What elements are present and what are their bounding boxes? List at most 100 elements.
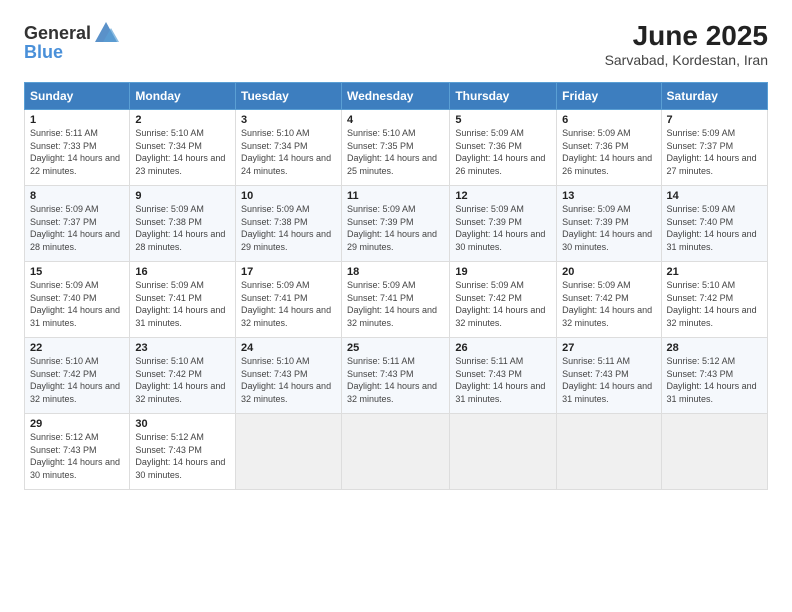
day-number: 22	[30, 342, 124, 354]
calendar: SundayMondayTuesdayWednesdayThursdayFrid…	[24, 82, 768, 490]
day-info: Sunrise: 5:09 AMSunset: 7:39 PMDaylight:…	[455, 204, 545, 252]
day-info: Sunrise: 5:09 AMSunset: 7:37 PMDaylight:…	[30, 204, 120, 252]
day-number: 23	[135, 342, 230, 354]
calendar-cell: 21 Sunrise: 5:10 AMSunset: 7:42 PMDaylig…	[661, 262, 767, 338]
day-number: 16	[135, 266, 230, 278]
day-number: 19	[455, 266, 551, 278]
day-number: 11	[347, 190, 444, 202]
calendar-cell: 14 Sunrise: 5:09 AMSunset: 7:40 PMDaylig…	[661, 186, 767, 262]
calendar-week-1: 1 Sunrise: 5:11 AMSunset: 7:33 PMDayligh…	[25, 110, 768, 186]
day-info: Sunrise: 5:10 AMSunset: 7:43 PMDaylight:…	[241, 356, 331, 404]
day-number: 7	[667, 114, 762, 126]
day-header-sunday: Sunday	[25, 83, 130, 110]
calendar-cell: 10 Sunrise: 5:09 AMSunset: 7:38 PMDaylig…	[236, 186, 342, 262]
calendar-cell	[450, 414, 557, 490]
header: General Blue June 2025 Sarvabad, Kordest…	[24, 20, 768, 68]
calendar-cell: 15 Sunrise: 5:09 AMSunset: 7:40 PMDaylig…	[25, 262, 130, 338]
day-info: Sunrise: 5:10 AMSunset: 7:42 PMDaylight:…	[667, 280, 757, 328]
day-number: 27	[562, 342, 655, 354]
day-info: Sunrise: 5:11 AMSunset: 7:33 PMDaylight:…	[30, 128, 120, 176]
day-number: 28	[667, 342, 762, 354]
day-number: 24	[241, 342, 336, 354]
day-number: 26	[455, 342, 551, 354]
day-number: 5	[455, 114, 551, 126]
calendar-week-2: 8 Sunrise: 5:09 AMSunset: 7:37 PMDayligh…	[25, 186, 768, 262]
day-info: Sunrise: 5:09 AMSunset: 7:39 PMDaylight:…	[347, 204, 437, 252]
day-info: Sunrise: 5:11 AMSunset: 7:43 PMDaylight:…	[347, 356, 437, 404]
calendar-cell: 23 Sunrise: 5:10 AMSunset: 7:42 PMDaylig…	[130, 338, 236, 414]
day-info: Sunrise: 5:12 AMSunset: 7:43 PMDaylight:…	[667, 356, 757, 404]
calendar-week-4: 22 Sunrise: 5:10 AMSunset: 7:42 PMDaylig…	[25, 338, 768, 414]
calendar-cell	[341, 414, 449, 490]
day-header-saturday: Saturday	[661, 83, 767, 110]
day-info: Sunrise: 5:10 AMSunset: 7:34 PMDaylight:…	[135, 128, 225, 176]
calendar-cell: 8 Sunrise: 5:09 AMSunset: 7:37 PMDayligh…	[25, 186, 130, 262]
day-info: Sunrise: 5:12 AMSunset: 7:43 PMDaylight:…	[135, 432, 225, 480]
day-info: Sunrise: 5:10 AMSunset: 7:35 PMDaylight:…	[347, 128, 437, 176]
day-number: 6	[562, 114, 655, 126]
day-info: Sunrise: 5:09 AMSunset: 7:40 PMDaylight:…	[667, 204, 757, 252]
calendar-cell: 4 Sunrise: 5:10 AMSunset: 7:35 PMDayligh…	[341, 110, 449, 186]
month-title: June 2025	[605, 20, 768, 52]
logo: General Blue	[24, 20, 121, 63]
day-number: 20	[562, 266, 655, 278]
calendar-cell: 26 Sunrise: 5:11 AMSunset: 7:43 PMDaylig…	[450, 338, 557, 414]
day-number: 2	[135, 114, 230, 126]
day-info: Sunrise: 5:09 AMSunset: 7:40 PMDaylight:…	[30, 280, 120, 328]
day-header-monday: Monday	[130, 83, 236, 110]
day-header-friday: Friday	[557, 83, 661, 110]
day-info: Sunrise: 5:09 AMSunset: 7:38 PMDaylight:…	[241, 204, 331, 252]
calendar-cell: 11 Sunrise: 5:09 AMSunset: 7:39 PMDaylig…	[341, 186, 449, 262]
day-number: 21	[667, 266, 762, 278]
day-number: 8	[30, 190, 124, 202]
logo-blue: Blue	[24, 42, 63, 63]
logo-general: General	[24, 23, 91, 44]
day-info: Sunrise: 5:10 AMSunset: 7:34 PMDaylight:…	[241, 128, 331, 176]
day-number: 18	[347, 266, 444, 278]
day-header-tuesday: Tuesday	[236, 83, 342, 110]
calendar-cell: 6 Sunrise: 5:09 AMSunset: 7:36 PMDayligh…	[557, 110, 661, 186]
location-title: Sarvabad, Kordestan, Iran	[605, 52, 768, 68]
calendar-cell: 1 Sunrise: 5:11 AMSunset: 7:33 PMDayligh…	[25, 110, 130, 186]
day-number: 29	[30, 418, 124, 430]
title-section: June 2025 Sarvabad, Kordestan, Iran	[605, 20, 768, 68]
day-info: Sunrise: 5:12 AMSunset: 7:43 PMDaylight:…	[30, 432, 120, 480]
day-info: Sunrise: 5:09 AMSunset: 7:41 PMDaylight:…	[347, 280, 437, 328]
day-info: Sunrise: 5:11 AMSunset: 7:43 PMDaylight:…	[455, 356, 545, 404]
calendar-cell: 16 Sunrise: 5:09 AMSunset: 7:41 PMDaylig…	[130, 262, 236, 338]
day-info: Sunrise: 5:09 AMSunset: 7:37 PMDaylight:…	[667, 128, 757, 176]
day-info: Sunrise: 5:09 AMSunset: 7:42 PMDaylight:…	[562, 280, 652, 328]
day-number: 1	[30, 114, 124, 126]
calendar-cell: 30 Sunrise: 5:12 AMSunset: 7:43 PMDaylig…	[130, 414, 236, 490]
calendar-cell: 3 Sunrise: 5:10 AMSunset: 7:34 PMDayligh…	[236, 110, 342, 186]
day-info: Sunrise: 5:09 AMSunset: 7:41 PMDaylight:…	[241, 280, 331, 328]
calendar-cell: 18 Sunrise: 5:09 AMSunset: 7:41 PMDaylig…	[341, 262, 449, 338]
calendar-week-5: 29 Sunrise: 5:12 AMSunset: 7:43 PMDaylig…	[25, 414, 768, 490]
calendar-cell: 25 Sunrise: 5:11 AMSunset: 7:43 PMDaylig…	[341, 338, 449, 414]
calendar-cell	[661, 414, 767, 490]
day-number: 30	[135, 418, 230, 430]
day-info: Sunrise: 5:09 AMSunset: 7:41 PMDaylight:…	[135, 280, 225, 328]
calendar-cell: 5 Sunrise: 5:09 AMSunset: 7:36 PMDayligh…	[450, 110, 557, 186]
day-number: 13	[562, 190, 655, 202]
day-info: Sunrise: 5:09 AMSunset: 7:42 PMDaylight:…	[455, 280, 545, 328]
day-info: Sunrise: 5:09 AMSunset: 7:39 PMDaylight:…	[562, 204, 652, 252]
calendar-cell: 28 Sunrise: 5:12 AMSunset: 7:43 PMDaylig…	[661, 338, 767, 414]
calendar-cell	[236, 414, 342, 490]
calendar-cell: 13 Sunrise: 5:09 AMSunset: 7:39 PMDaylig…	[557, 186, 661, 262]
calendar-cell: 29 Sunrise: 5:12 AMSunset: 7:43 PMDaylig…	[25, 414, 130, 490]
logo-icon	[93, 20, 119, 46]
day-info: Sunrise: 5:09 AMSunset: 7:36 PMDaylight:…	[562, 128, 652, 176]
calendar-cell: 20 Sunrise: 5:09 AMSunset: 7:42 PMDaylig…	[557, 262, 661, 338]
day-number: 25	[347, 342, 444, 354]
day-info: Sunrise: 5:10 AMSunset: 7:42 PMDaylight:…	[30, 356, 120, 404]
day-number: 17	[241, 266, 336, 278]
day-info: Sunrise: 5:09 AMSunset: 7:38 PMDaylight:…	[135, 204, 225, 252]
day-number: 15	[30, 266, 124, 278]
calendar-header-row: SundayMondayTuesdayWednesdayThursdayFrid…	[25, 83, 768, 110]
day-number: 3	[241, 114, 336, 126]
calendar-cell: 19 Sunrise: 5:09 AMSunset: 7:42 PMDaylig…	[450, 262, 557, 338]
day-info: Sunrise: 5:10 AMSunset: 7:42 PMDaylight:…	[135, 356, 225, 404]
day-info: Sunrise: 5:09 AMSunset: 7:36 PMDaylight:…	[455, 128, 545, 176]
day-info: Sunrise: 5:11 AMSunset: 7:43 PMDaylight:…	[562, 356, 652, 404]
